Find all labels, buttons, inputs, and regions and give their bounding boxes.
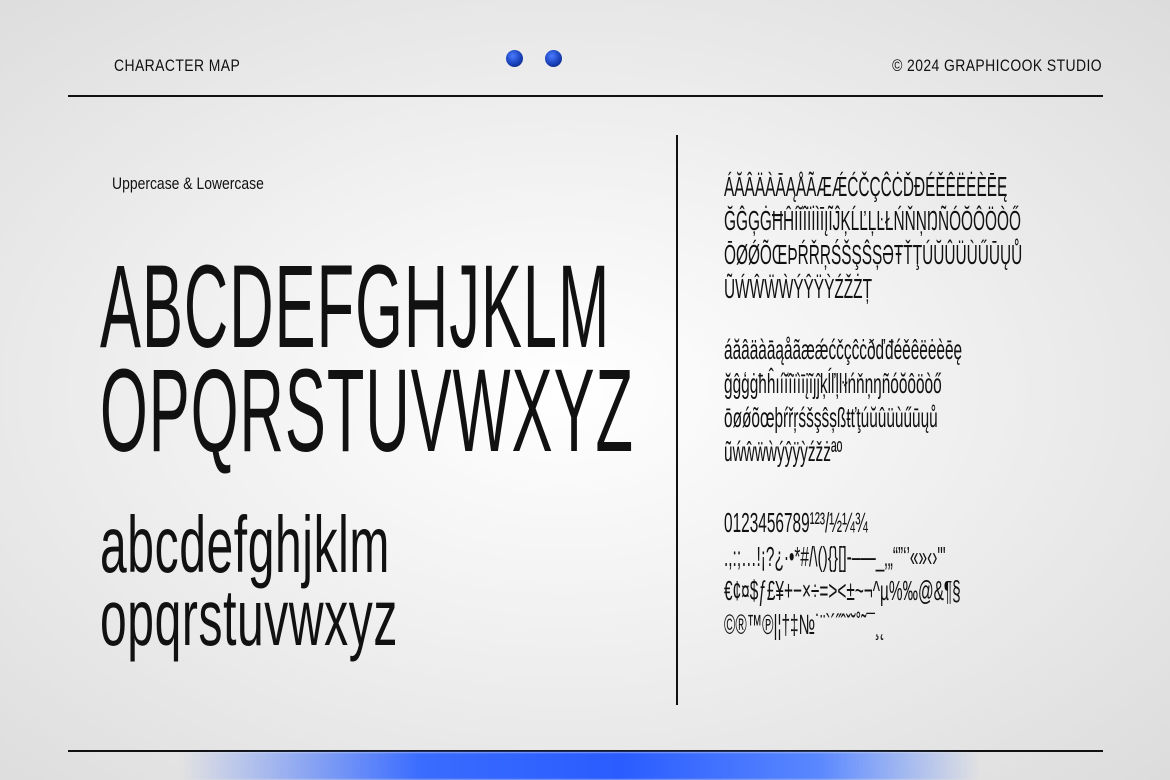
copyright-text: © 2024 GRAPHICOOK STUDIO bbox=[892, 56, 1102, 75]
dot-icon bbox=[506, 50, 523, 67]
uppercase-sample-line-2: OPQRSTUVWXYZ bbox=[100, 345, 635, 477]
section-subheading: Uppercase & Lowercase bbox=[112, 174, 264, 193]
glyph-line: ŌØǾÕŒÞŔŘŖŚŠŞŜȘƏŦŤŢÚŬÛÜÙŰŪŲŮ bbox=[724, 239, 1023, 270]
glyph-line: ÁĂÂÄÀĀĄÅÃÆǼĆČÇĈĊĎĐÉĚÊËĖÈĒĘ bbox=[724, 171, 1008, 202]
glyph-line: ŨẂŴẄẀÝŶŸỲŹŽŻȚ bbox=[724, 273, 872, 304]
header-title: CHARACTER MAP bbox=[114, 56, 241, 75]
decorative-dots bbox=[506, 50, 562, 67]
glyph-line: ũẃŵẅẁýŷÿỳźžżªº bbox=[724, 436, 843, 467]
dot-icon bbox=[545, 50, 562, 67]
lowercase-sample-line-2: opqrstuvwxyz bbox=[100, 573, 398, 662]
glyph-line: ĞĜĢĠĦĤÍĬÎÏİÌĪĮĨĴĶĹĽĻĿŁŃŇŅŊÑÓŎÔÖÒŐ bbox=[724, 205, 1021, 236]
lowercase-accent-glyphs: áăâäàāąåãæǽćčçĉċðďđéěêëėèēę ğĝģġħĥıíĭîïì… bbox=[724, 333, 1170, 469]
glyph-line: áăâäàāąåãæǽćčçĉċðďđéěêëėèēę bbox=[724, 334, 963, 365]
glyph-line: ©®™℗|¦†‡№˙¨`´˝ˆˇ˘˚˜¯¸˛ bbox=[724, 609, 886, 640]
glyph-line: 0123456789¹²³/½¼¾ bbox=[724, 507, 868, 538]
uppercase-accent-glyphs: ÁĂÂÄÀĀĄÅÃÆǼĆČÇĈĊĎĐÉĚÊËĖÈĒĘ ĞĜĢĠĦĤÍĬÎÏİÌĪ… bbox=[724, 170, 1170, 306]
top-divider bbox=[68, 95, 1103, 97]
figures-and-symbols: 0123456789¹²³/½¼¾ .,:;…!¡?¿·•*#/\(){}[]-… bbox=[724, 506, 1170, 642]
vertical-divider bbox=[676, 135, 678, 705]
glyph-line: ğĝģġħĥıíĭîïìīįĩȷĵķĺľļŀłńňņŋñóŏôöòő bbox=[724, 368, 942, 399]
glyph-line: .,:;…!¡?¿·•*#/\(){}[]-–—_‚„“”‘’«»‹›"' bbox=[724, 541, 946, 572]
glyph-line: ōøǿõœþŕřŗśšşŝșßŧťţúŭûüùűūųů bbox=[724, 402, 938, 433]
glyph-line: €¢¤$ƒ£¥+−×÷=><±~¬^µ%‰@&¶§ bbox=[724, 575, 961, 606]
blue-glow-accent bbox=[180, 752, 980, 780]
